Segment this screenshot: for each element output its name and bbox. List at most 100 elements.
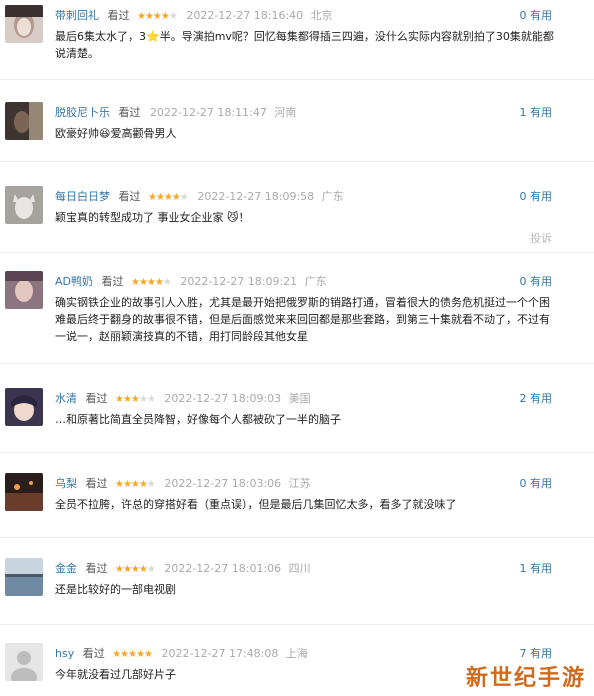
comment-item: 每日白日梦 看过 ★★★★★ 2022-12-27 18:09:58 广东 0 …	[0, 181, 594, 253]
username-link[interactable]: 每日白日梦	[55, 190, 110, 203]
rating-stars: ★★★★★	[137, 11, 178, 22]
comment-meta: 金金 看过 ★★★★★ 2022-12-27 18:01:06 四川	[55, 561, 554, 577]
comment-text: 颖宝真的转型成功了 事业女企业家 😼！	[55, 209, 556, 226]
rating-stars: ★★★★★	[115, 479, 156, 490]
useful-number: 0	[519, 477, 527, 490]
action-label: 看过	[118, 190, 141, 203]
avatar[interactable]	[5, 186, 43, 224]
comment-item: 金金 看过 ★★★★★ 2022-12-27 18:01:06 四川 1 有用 …	[0, 553, 594, 625]
useful-number: 1	[519, 106, 527, 119]
timestamp: 2022-12-27 18:11:47	[150, 106, 267, 119]
timestamp: 2022-12-27 17:48:08	[161, 647, 279, 660]
action-label: 看过	[82, 647, 105, 660]
useful-label: 有用	[530, 190, 552, 203]
useful-label: 有用	[530, 106, 552, 119]
avatar[interactable]	[5, 102, 43, 140]
action-label: 看过	[107, 9, 130, 22]
comment-meta: AD鸭奶 看过 ★★★★★ 2022-12-27 18:09:21 广东	[55, 274, 554, 290]
avatar[interactable]	[5, 5, 43, 43]
comment-text-part: ！	[238, 211, 250, 224]
comment-text-part: 全员不拉胯，许总的穿搭好看（重点误），但是最后几集回忆太多，看多了就没味了	[55, 498, 457, 511]
avatar[interactable]	[5, 388, 43, 426]
location: 上海	[285, 647, 308, 660]
location: 美国	[288, 392, 311, 405]
username-link[interactable]: hsy	[55, 647, 74, 660]
rating-stars: ★★★★★	[115, 564, 156, 575]
username-link[interactable]: 水清	[55, 392, 77, 405]
useful-number: 1	[519, 562, 527, 575]
username-link[interactable]: 金金	[55, 562, 77, 575]
comment-meta: 每日白日梦 看过 ★★★★★ 2022-12-27 18:09:58 广东	[55, 189, 554, 205]
timestamp: 2022-12-27 18:16:40	[186, 9, 304, 22]
comment-text-part: 颖宝真的转型成功了 事业女企业家	[55, 211, 227, 224]
comment-item: 水清 看过 ★★★★★ 2022-12-27 18:09:03 美国 2 有用 …	[0, 383, 594, 453]
location: 四川	[288, 562, 311, 575]
useful-label: 有用	[530, 647, 552, 660]
comment-text: 最后6集太水了，3⭐半。导演拍mv呢？回忆每集都得插三四遍，没什么实际内容就别拍…	[55, 28, 556, 62]
timestamp: 2022-12-27 18:09:58	[197, 190, 315, 203]
comment-meta: 水清 看过 ★★★★★ 2022-12-27 18:09:03 美国	[55, 391, 554, 407]
useful-count[interactable]: 0 有用	[520, 189, 553, 205]
username-link[interactable]: 乌梨	[55, 477, 77, 490]
comment-text-part: 还是比较好的一部电视剧	[55, 583, 176, 596]
comment-text-part: 今年就没看过几部好片子	[55, 668, 176, 681]
location: 广东	[321, 190, 344, 203]
useful-label: 有用	[530, 562, 552, 575]
comment-text-part: 爱高颧骨男人	[110, 127, 177, 140]
comment-text: 欧豪好帅😆爱高颧骨男人	[55, 125, 556, 142]
location: 广东	[304, 275, 327, 288]
avatar[interactable]	[5, 271, 43, 309]
rating-stars: ★★★★★	[115, 394, 156, 405]
timestamp: 2022-12-27 18:03:06	[164, 477, 282, 490]
avatar[interactable]	[5, 643, 43, 681]
rating-stars: ★★★★★	[112, 649, 153, 660]
useful-count[interactable]: 0 有用	[520, 8, 553, 24]
action-label: 看过	[85, 477, 108, 490]
comment-meta: 脱胶尼卜乐 看过 2022-12-27 18:11:47 河南	[55, 105, 554, 121]
comment-item: 乌梨 看过 ★★★★★ 2022-12-27 18:03:06 江苏 0 有用 …	[0, 468, 594, 538]
useful-number: 0	[519, 190, 527, 203]
comment-text: 还是比较好的一部电视剧	[55, 581, 556, 598]
avatar[interactable]	[5, 473, 43, 511]
action-label: 看过	[85, 392, 108, 405]
comment-text: 确实钢铁企业的故事引人入胜，尤其是最开始把俄罗斯的销路打通，冒着很大的债务危机挺…	[55, 294, 556, 345]
action-label: 看过	[118, 106, 141, 119]
comment-text-part: …和原著比简直全员降智，好像每个人都被砍了一半的脑子	[55, 413, 341, 426]
useful-count[interactable]: 0 有用	[520, 476, 553, 492]
comment-text: 全员不拉胯，许总的穿搭好看（重点误），但是最后几集回忆太多，看多了就没味了	[55, 496, 556, 513]
location: 江苏	[288, 477, 311, 490]
comment-item: 脱胶尼卜乐 看过 2022-12-27 18:11:47 河南 1 有用 欧豪好…	[0, 97, 594, 162]
comment-meta: 乌梨 看过 ★★★★★ 2022-12-27 18:03:06 江苏	[55, 476, 554, 492]
comment-text: …和原著比简直全员降智，好像每个人都被砍了一半的脑子	[55, 411, 556, 428]
cat-emoji-icon: 😼	[227, 211, 239, 224]
grin-emoji-icon: 😆	[99, 127, 111, 140]
site-watermark: 新世纪手游	[465, 666, 586, 691]
comment-item: 带刺回礼 看过 ★★★★★ 2022-12-27 18:16:40 北京 0 有…	[0, 0, 594, 80]
rating-stars: ★★★★★	[148, 192, 189, 203]
rating-stars: ★★★★★	[131, 277, 172, 288]
useful-number: 2	[519, 392, 527, 405]
location: 河南	[274, 106, 297, 119]
useful-label: 有用	[530, 477, 552, 490]
comment-item: AD鸭奶 看过 ★★★★★ 2022-12-27 18:09:21 广东 0 有…	[0, 266, 594, 364]
username-link[interactable]: 脱胶尼卜乐	[55, 106, 110, 119]
username-link[interactable]: AD鸭奶	[55, 275, 93, 288]
useful-count[interactable]: 1 有用	[520, 561, 553, 577]
timestamp: 2022-12-27 18:01:06	[164, 562, 282, 575]
username-link[interactable]: 带刺回礼	[55, 9, 99, 22]
avatar[interactable]	[5, 558, 43, 596]
comment-text-part: 确实钢铁企业的故事引人入胜，尤其是最开始把俄罗斯的销路打通，冒着很大的债务危机挺…	[55, 296, 550, 343]
star-emoji-icon: ⭐	[146, 30, 160, 43]
timestamp: 2022-12-27 18:09:03	[164, 392, 282, 405]
comment-text-part: 欧豪好帅	[55, 127, 99, 140]
action-label: 看过	[85, 562, 108, 575]
report-link[interactable]: 投诉	[530, 230, 552, 246]
comment-text-part: 最后6集太水了，3	[55, 30, 146, 43]
useful-count[interactable]: 1 有用	[520, 105, 553, 121]
useful-count[interactable]: 0 有用	[520, 274, 553, 290]
useful-label: 有用	[530, 9, 552, 22]
location: 北京	[310, 9, 333, 22]
useful-number: 0	[519, 275, 527, 288]
comment-meta: 带刺回礼 看过 ★★★★★ 2022-12-27 18:16:40 北京	[55, 8, 554, 24]
useful-count[interactable]: 2 有用	[520, 391, 553, 407]
